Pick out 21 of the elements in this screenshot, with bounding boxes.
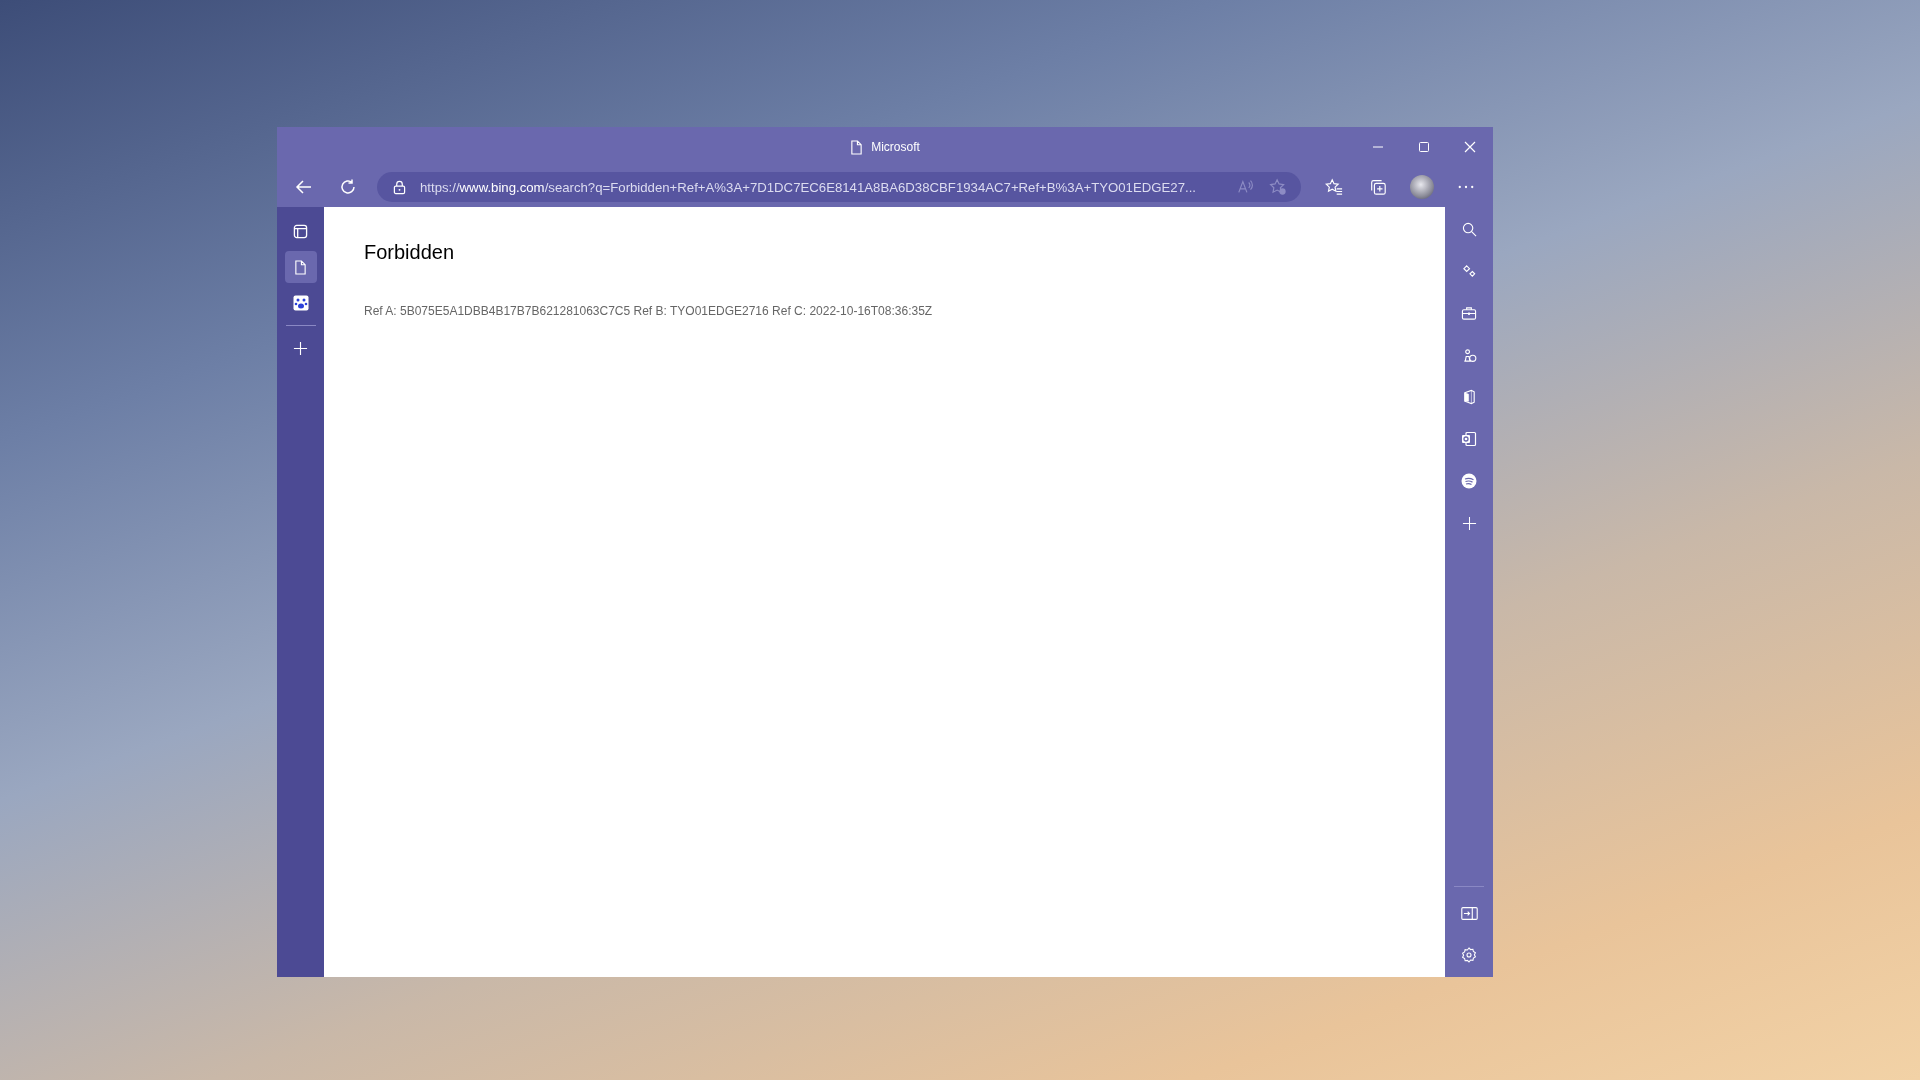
window-icon bbox=[293, 223, 308, 239]
page-heading: Forbidden bbox=[364, 241, 456, 264]
page-icon bbox=[850, 139, 864, 155]
browser-tab[interactable] bbox=[284, 251, 317, 283]
page-icon bbox=[294, 259, 307, 275]
maximize-icon bbox=[1418, 141, 1430, 153]
collections-icon bbox=[1369, 178, 1387, 196]
plus-icon bbox=[293, 340, 308, 356]
settings-icon bbox=[1461, 947, 1477, 963]
close-icon bbox=[1464, 141, 1476, 153]
refresh-icon bbox=[339, 178, 357, 196]
lock-icon bbox=[393, 179, 406, 195]
reference-text: Ref A: 5B075E5A1DBB4B17B7B621281063C7C5 Ref B: TYO01EDGE2716 Ref C: 2022-10-16T08:36:35Z bbox=[364, 304, 934, 318]
star-list-icon bbox=[1325, 178, 1343, 196]
back-arrow-icon bbox=[295, 178, 313, 196]
plus-icon bbox=[1461, 515, 1477, 531]
url-text: https://www.bing.com/search?q=Forbidden+Ref+A%3A+7D1DC7EC6E8141A8BA6D38CBF1934AC7+Ref+B%3A+TYO01EDGE27... bbox=[420, 179, 1197, 195]
search-icon bbox=[1461, 221, 1477, 237]
paw-icon bbox=[292, 295, 309, 311]
more-icon bbox=[1458, 185, 1474, 189]
window-title: Microsoft bbox=[871, 140, 920, 154]
